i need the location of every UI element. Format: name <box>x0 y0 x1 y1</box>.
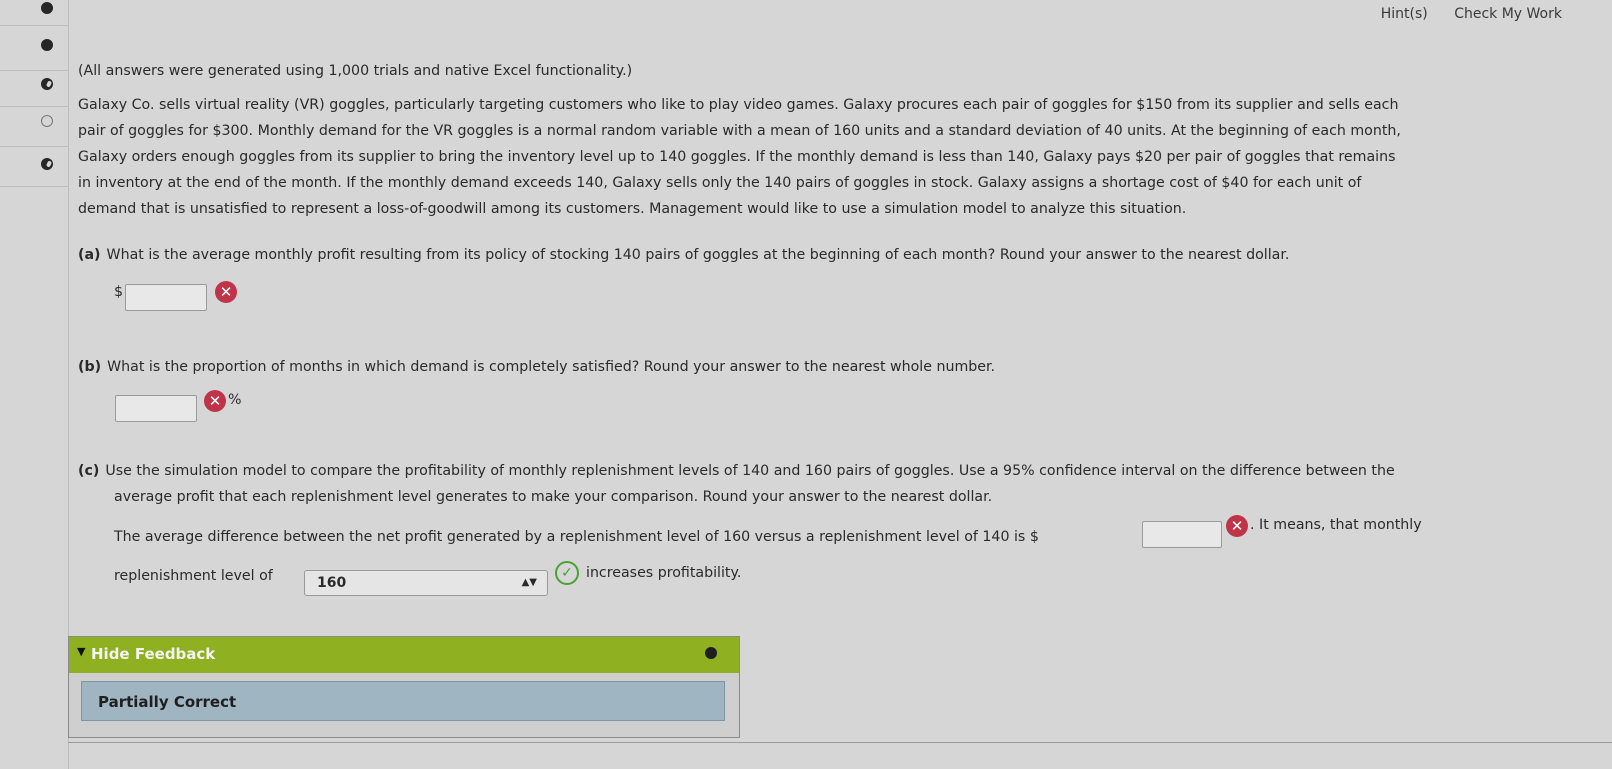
problem-line: Galaxy orders enough goggles from its su… <box>78 149 1396 165</box>
problem-line: pair of goggles for $300. Monthly demand… <box>78 123 1401 139</box>
complete-status-icon <box>41 2 53 14</box>
part-b-label: (b) <box>78 359 102 375</box>
part-c-sentence-start: The average difference between the net p… <box>114 529 1039 545</box>
question-nav-item[interactable] <box>0 0 68 26</box>
part-a-answer-input[interactable] <box>125 284 207 311</box>
partial-status-icon <box>41 78 53 90</box>
replenishment-level-select[interactable]: 160 ▲▼ <box>304 570 548 596</box>
feedback-panel: ▼ Hide Feedback Partially Correct <box>68 636 740 738</box>
intro-text: (All answers were generated using 1,000 … <box>78 63 633 79</box>
divider <box>68 742 1612 743</box>
part-a-text: What is the average monthly profit resul… <box>106 247 1290 263</box>
part-b-answer-input[interactable] <box>115 395 197 422</box>
feedback-status-text: Partially Correct <box>98 693 237 711</box>
part-b-question: (b) What is the proportion of months in w… <box>78 354 995 380</box>
part-c-question: (c) Use the simulation model to compare t… <box>78 458 1395 484</box>
hide-feedback-toggle[interactable]: Hide Feedback <box>91 645 215 663</box>
part-a-dollar-prefix: $ <box>114 284 124 300</box>
part-c-sentence-end: increases profitability. <box>586 565 742 581</box>
question-nav-item[interactable] <box>0 141 68 187</box>
question-nav-sidebar <box>0 0 69 769</box>
chevron-updown-icon: ▲▼ <box>521 577 537 588</box>
empty-status-icon <box>41 115 53 127</box>
part-c-sentence-mid: . It means, that monthly <box>1250 517 1422 533</box>
problem-line: in inventory at the end of the month. If… <box>78 175 1362 191</box>
complete-status-icon <box>41 39 53 51</box>
part-a-label: (a) <box>78 247 101 263</box>
check-my-work-link[interactable]: Check My Work <box>1454 6 1562 22</box>
part-c-difference-input[interactable] <box>1142 521 1222 548</box>
problem-line: Galaxy Co. sells virtual reality (VR) go… <box>78 97 1399 113</box>
incorrect-icon: ✕ <box>1226 515 1248 537</box>
hints-link[interactable]: Hint(s) <box>1381 6 1428 22</box>
part-b-text: What is the proportion of months in whic… <box>107 359 996 375</box>
problem-line: demand that is unsatisfied to represent … <box>78 201 1187 217</box>
partial-status-icon <box>41 158 53 170</box>
incorrect-icon: ✕ <box>215 281 237 303</box>
correct-check-icon: ✓ <box>555 561 579 585</box>
part-c-text-line2: average profit that each replenishment l… <box>114 489 993 505</box>
select-value: 160 <box>317 575 347 591</box>
part-c-label: (c) <box>78 463 100 479</box>
part-c-sentence-line2: replenishment level of <box>114 568 273 584</box>
part-b-percent-suffix: % <box>228 392 242 408</box>
collapse-triangle-icon: ▼ <box>77 645 86 658</box>
feedback-header[interactable]: ▼ Hide Feedback <box>69 637 739 673</box>
top-toolbar: Hint(s) Check My Work <box>1359 6 1562 22</box>
part-c-text-line1: Use the simulation model to compare the … <box>105 463 1395 479</box>
incorrect-icon: ✕ <box>204 390 226 412</box>
part-a-question: (a) What is the average monthly profit re… <box>78 242 1289 268</box>
partial-status-icon <box>705 647 717 659</box>
feedback-status-box: Partially Correct <box>81 681 725 721</box>
